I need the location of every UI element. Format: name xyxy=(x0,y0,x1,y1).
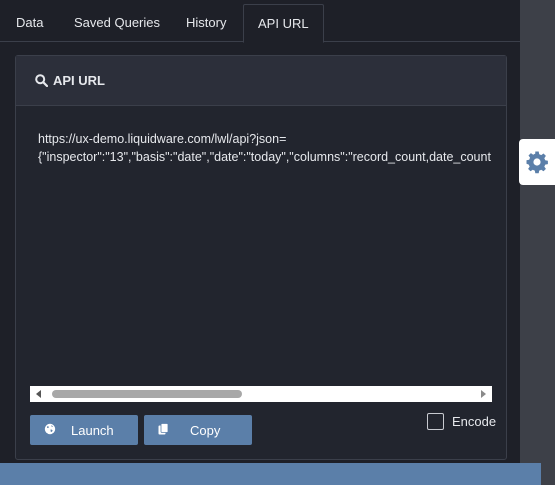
launch-button[interactable]: Launch xyxy=(30,415,138,445)
panel-header: API URL xyxy=(16,56,506,106)
api-url-line-2: {"inspector":"13","basis":"date","date":… xyxy=(38,150,491,164)
settings-button[interactable] xyxy=(519,139,555,185)
horizontal-scrollbar[interactable] xyxy=(30,386,492,402)
launch-button-label: Launch xyxy=(71,423,114,438)
copy-button-label: Copy xyxy=(190,423,221,438)
tab-history[interactable]: History xyxy=(172,4,240,42)
scroll-left-arrow-icon[interactable] xyxy=(36,390,41,398)
scroll-right-arrow-icon[interactable] xyxy=(481,390,486,398)
api-url-panel: API URL https://ux-demo.liquidware.com/l… xyxy=(15,55,507,460)
scrollbar-thumb[interactable] xyxy=(52,390,242,398)
encode-checkbox[interactable] xyxy=(427,413,444,430)
panel-title: API URL xyxy=(53,73,105,88)
api-url-text[interactable]: https://ux-demo.liquidware.com/lwl/api?j… xyxy=(38,130,500,166)
copy-button[interactable]: Copy xyxy=(144,415,252,445)
tab-saved-queries[interactable]: Saved Queries xyxy=(60,4,174,42)
bottom-action-bar xyxy=(0,463,541,485)
encode-option[interactable]: Encode xyxy=(427,413,496,430)
api-url-line-1: https://ux-demo.liquidware.com/lwl/api?j… xyxy=(38,132,287,146)
gear-icon xyxy=(526,151,548,174)
search-icon xyxy=(35,74,48,87)
encode-label: Encode xyxy=(452,414,497,429)
globe-icon xyxy=(44,423,56,435)
tab-data[interactable]: Data xyxy=(2,4,57,42)
right-side-strip xyxy=(520,0,555,485)
tab-api-url[interactable]: API URL xyxy=(243,4,324,43)
copy-icon xyxy=(158,423,169,435)
tab-bar: Data Saved Queries History API URL xyxy=(0,0,520,43)
